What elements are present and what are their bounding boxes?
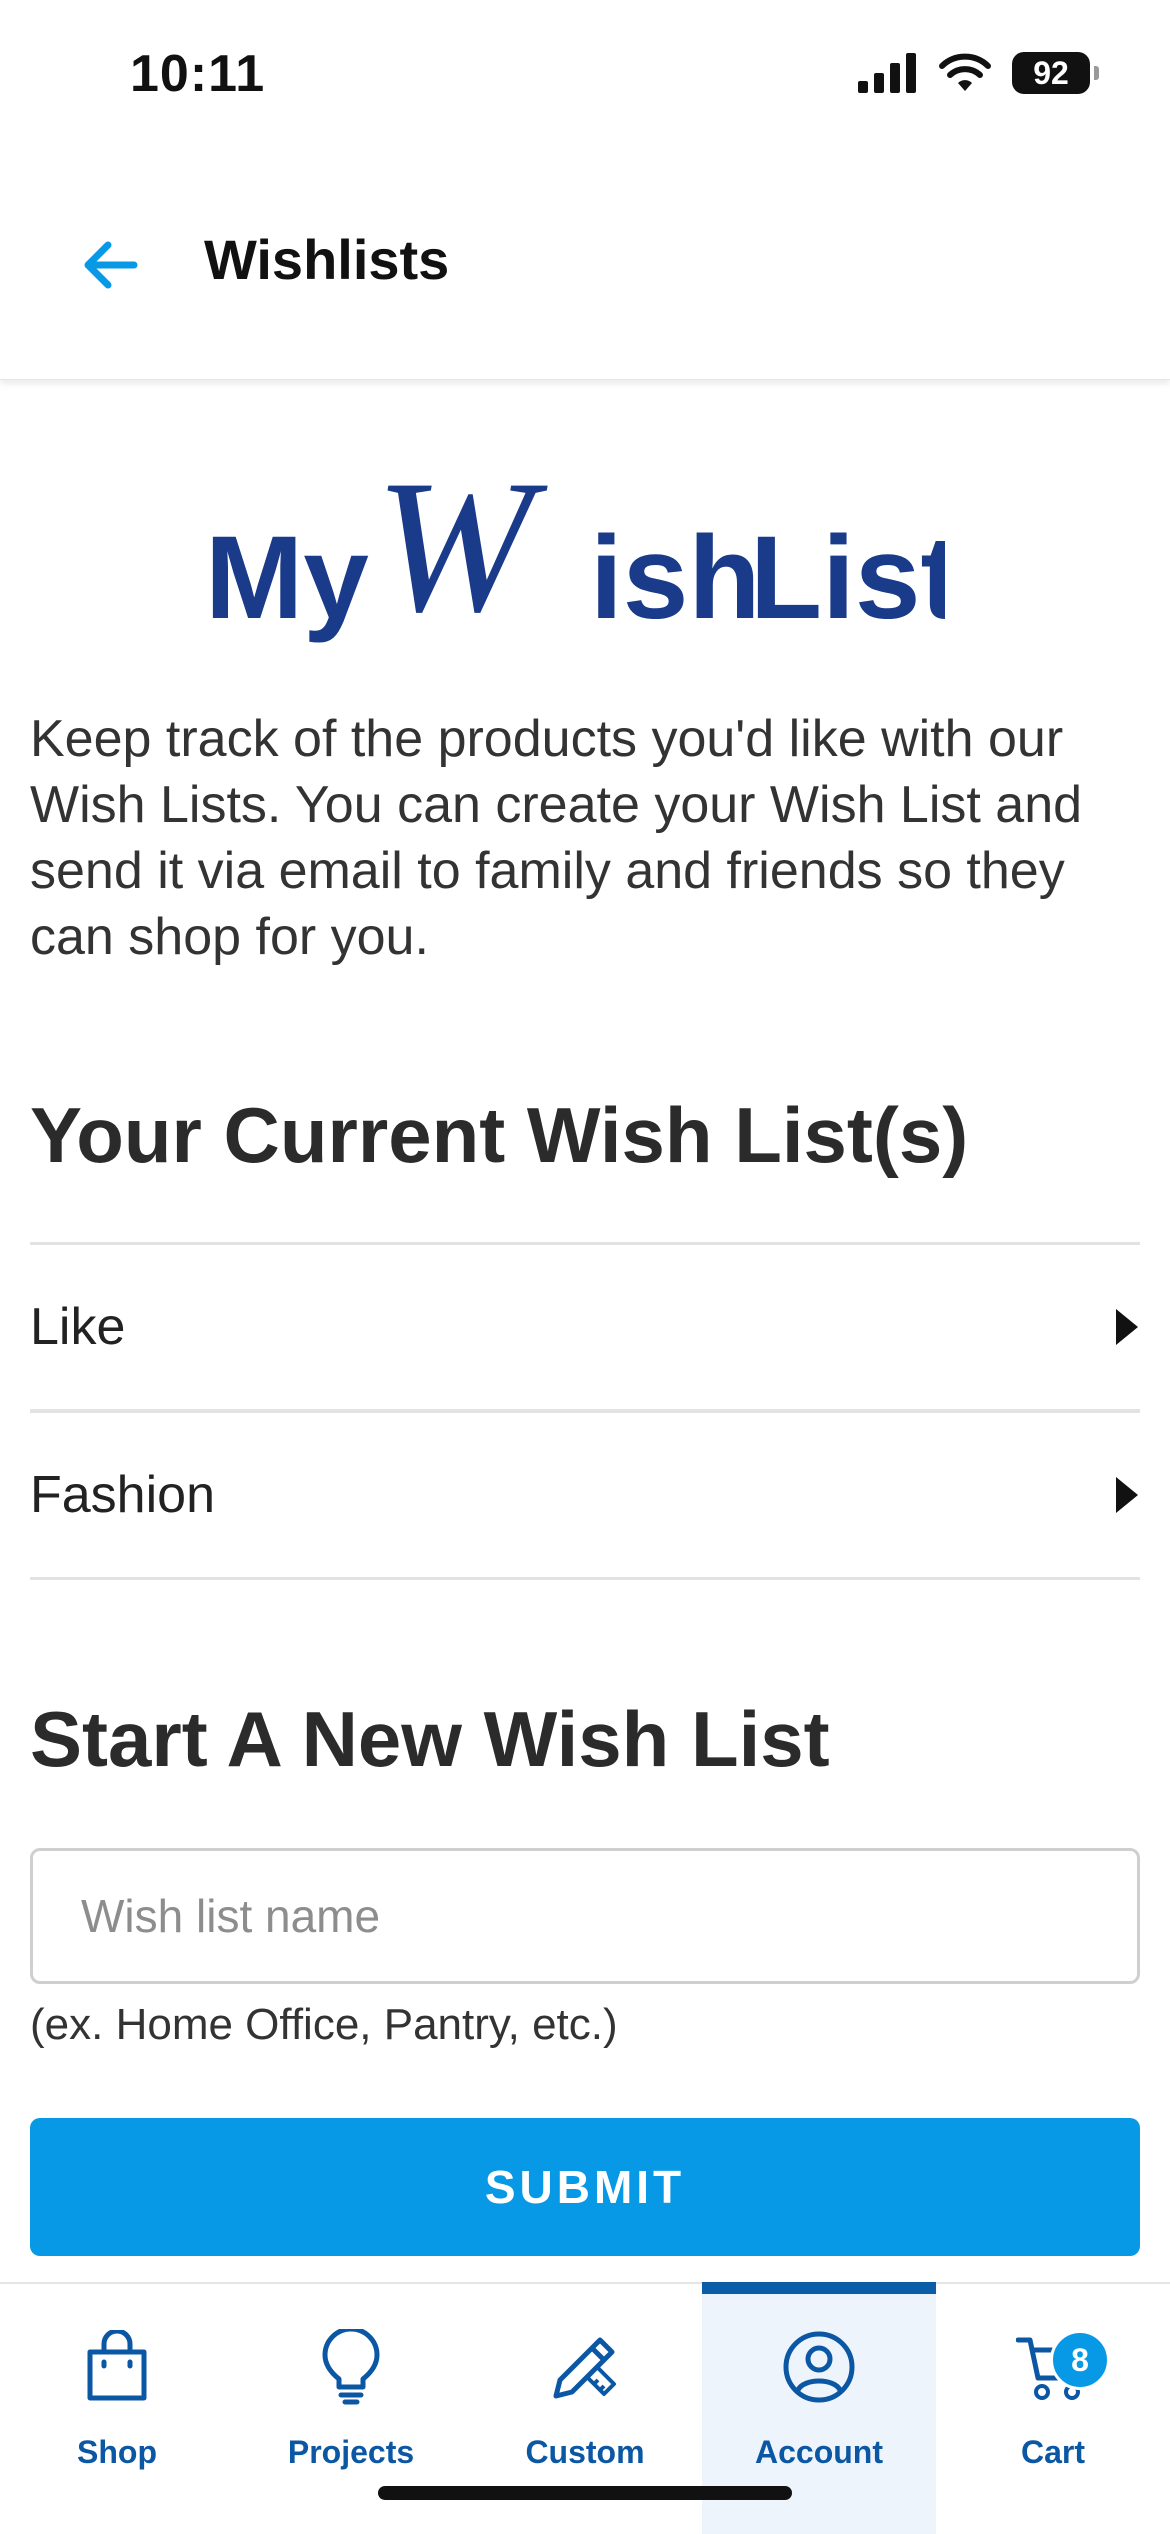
intro-text: Keep track of the products you'd like wi… xyxy=(30,710,1083,966)
status-bar: 10:11 92 xyxy=(0,0,1170,145)
wish-list-item-label: Like xyxy=(30,1298,126,1356)
lightbulb-icon xyxy=(312,2328,390,2406)
wish-list-item-fashion[interactable]: Fashion xyxy=(30,1413,1140,1580)
svg-text:ish: ish xyxy=(590,512,761,644)
tab-label: Projects xyxy=(287,2434,415,2470)
tab-shop[interactable]: Shop xyxy=(0,2284,234,2534)
svg-text:List: List xyxy=(750,512,945,644)
shopping-bag-icon xyxy=(78,2328,156,2406)
status-icons: 92 xyxy=(858,52,1099,94)
user-circle-icon xyxy=(780,2328,858,2406)
tab-label: Cart xyxy=(1020,2434,1085,2470)
page-title: Wishlists xyxy=(204,228,450,291)
status-time: 10:11 xyxy=(130,45,266,103)
back-button[interactable] xyxy=(70,225,150,305)
tab-label: Custom xyxy=(525,2434,645,2470)
battery-level: 92 xyxy=(1033,54,1069,91)
submit-button[interactable]: SUBMIT xyxy=(30,2118,1140,2256)
tab-label: Account xyxy=(755,2434,883,2470)
wish-list-item-label: Fashion xyxy=(30,1466,215,1524)
wish-list-name-input[interactable] xyxy=(30,1848,1140,1984)
input-hint: (ex. Home Office, Pantry, etc.) xyxy=(30,2000,618,2049)
wish-list-item-like[interactable]: Like xyxy=(30,1245,1140,1413)
app-header: Wishlists xyxy=(0,145,1170,380)
caret-right-icon xyxy=(1116,1477,1138,1513)
my-wish-list-logo: My W ish List xyxy=(205,440,960,652)
new-wish-list-title: Start A New Wish List xyxy=(30,1695,830,1783)
signal-icon xyxy=(858,53,916,93)
cart-icon: 8 xyxy=(1014,2328,1110,2406)
wish-list-list: Like Fashion xyxy=(30,1242,1140,1580)
tab-cart[interactable]: 8 Cart xyxy=(936,2284,1170,2534)
svg-text:W: W xyxy=(375,442,548,650)
current-wish-lists-title: Your Current Wish List(s) xyxy=(30,1091,969,1179)
home-indicator xyxy=(378,2486,792,2500)
battery-icon: 92 xyxy=(1012,52,1099,94)
caret-right-icon xyxy=(1116,1309,1138,1345)
cart-count-badge: 8 xyxy=(1050,2330,1110,2390)
pencil-ruler-icon xyxy=(546,2328,624,2406)
tab-label: Shop xyxy=(77,2434,157,2470)
svg-text:My: My xyxy=(205,512,369,644)
arrow-left-icon xyxy=(84,241,138,289)
wifi-icon xyxy=(939,53,991,91)
